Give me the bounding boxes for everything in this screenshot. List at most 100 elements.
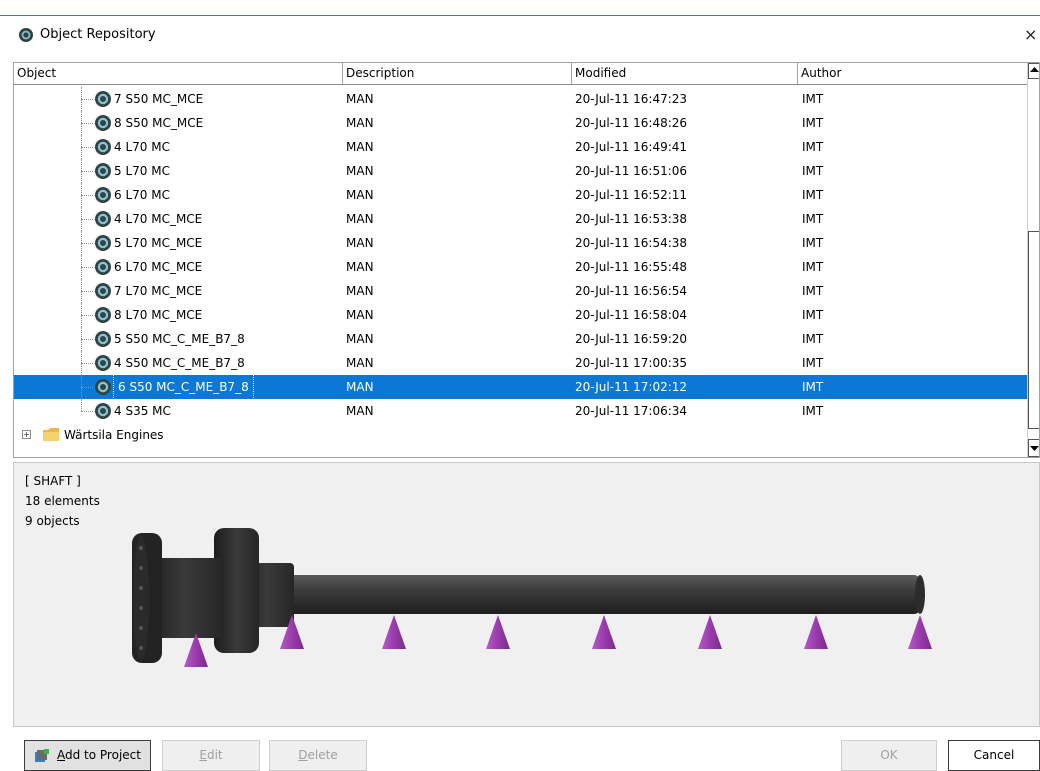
cell-description: MAN <box>346 116 374 130</box>
add-object-icon <box>35 749 49 762</box>
table-row[interactable]: 8 L70 MC_MCE MAN 20-Jul-11 16:58:04 IMT <box>14 303 1027 327</box>
table-row[interactable]: 7 L70 MC_MCE MAN 20-Jul-11 16:56:54 IMT <box>14 279 1027 303</box>
object-name: 4 L70 MC <box>114 140 170 154</box>
vertical-scrollbar[interactable] <box>1027 63 1039 457</box>
cell-description: MAN <box>346 260 374 274</box>
cell-author: IMT <box>802 212 824 226</box>
support-cone <box>908 615 932 649</box>
scroll-up-button[interactable] <box>1028 63 1039 79</box>
scroll-down-button[interactable] <box>1028 439 1039 457</box>
object-name: 5 S50 MC_C_ME_B7_8 <box>114 332 245 346</box>
table-row[interactable]: 4 S35 MC MAN 20-Jul-11 17:06:34 IMT <box>14 399 1027 423</box>
edit-button[interactable]: Edit <box>162 740 260 771</box>
tree-line <box>81 387 93 388</box>
object-name: 4 L70 MC_MCE <box>114 212 203 226</box>
delete-label: elete <box>307 748 338 762</box>
object-list[interactable]: Object Description Modified Author 7 S50… <box>13 62 1040 458</box>
ok-button[interactable]: OK <box>841 740 937 771</box>
tree-line <box>81 399 82 411</box>
column-header-author[interactable]: Author <box>798 63 1027 84</box>
table-row[interactable]: 4 S50 MC_C_ME_B7_8 MAN 20-Jul-11 17:00:35 I… <box>14 351 1027 375</box>
cell-author: IMT <box>802 380 824 394</box>
cell-modified: 20-Jul-11 16:54:38 <box>575 236 688 250</box>
object-name: 6 L70 MC <box>114 188 170 202</box>
cell-author: IMT <box>802 140 824 154</box>
table-row[interactable]: 6 L70 MC MAN 20-Jul-11 16:52:11 IMT <box>14 183 1027 207</box>
cell-description: MAN <box>346 380 374 394</box>
object-name: 8 L70 MC_MCE <box>114 308 203 322</box>
object-ring-icon <box>95 355 111 371</box>
object-name: 5 L70 MC <box>114 164 170 178</box>
support-cone <box>804 615 828 649</box>
cell-description: MAN <box>346 140 374 154</box>
cell-author: IMT <box>802 188 824 202</box>
object-ring-icon <box>95 403 111 419</box>
table-row[interactable]: 5 L70 MC_MCE MAN 20-Jul-11 16:54:38 IMT <box>14 231 1027 255</box>
cell-modified: 20-Jul-11 16:58:04 <box>575 308 688 322</box>
table-row[interactable]: 7 S50 MC_MCE MAN 20-Jul-11 16:47:23 IMT <box>14 87 1027 111</box>
cell-modified: 20-Jul-11 16:56:54 <box>575 284 688 298</box>
expand-icon[interactable]: + <box>22 430 31 439</box>
folder-icon <box>43 428 59 441</box>
cell-modified: 20-Jul-11 16:49:41 <box>575 140 688 154</box>
title-bar <box>0 16 1040 56</box>
cell-modified: 20-Jul-11 16:55:48 <box>575 260 688 274</box>
table-row[interactable]: 5 S50 MC_C_ME_B7_8 MAN 20-Jul-11 16:59:20 I… <box>14 327 1027 351</box>
table-row[interactable]: 6 L70 MC_MCE MAN 20-Jul-11 16:55:48 IMT <box>14 255 1027 279</box>
cell-author: IMT <box>802 260 824 274</box>
object-name: 6 S50 MC_C_ME_B7_8 <box>113 374 254 400</box>
scrollbar-thumb[interactable] <box>1028 231 1039 429</box>
object-name: 6 L70 MC_MCE <box>114 260 203 274</box>
repository-ring-icon <box>19 28 33 42</box>
cell-description: MAN <box>346 236 374 250</box>
column-header-description[interactable]: Description <box>343 63 572 84</box>
close-button[interactable]: × <box>1024 25 1037 44</box>
preview-panel: [ SHAFT ] 18 elements 9 objects <box>13 462 1040 727</box>
object-ring-icon <box>95 283 111 299</box>
cell-modified: 20-Jul-11 16:59:20 <box>575 332 688 346</box>
folder-label: Wärtsila Engines <box>64 428 164 442</box>
column-header-object[interactable]: Object <box>14 63 343 84</box>
tree-line <box>81 171 93 172</box>
add-mnemonic: A <box>57 748 65 762</box>
object-ring-icon <box>95 259 111 275</box>
cell-description: MAN <box>346 212 374 226</box>
cell-author: IMT <box>802 356 824 370</box>
tree-line <box>81 339 93 340</box>
object-name: 7 S50 MC_MCE <box>114 92 204 106</box>
object-name: 4 S50 MC_C_ME_B7_8 <box>114 356 245 370</box>
add-to-project-button[interactable]: Add to Project <box>24 740 151 771</box>
table-row[interactable]: 6 S50 MC_C_ME_B7_8 MAN 20-Jul-11 17:02:12 I… <box>14 374 1027 400</box>
folder-row[interactable]: + Wärtsila Engines <box>14 423 1027 447</box>
cell-modified: 20-Jul-11 16:48:26 <box>575 116 688 130</box>
cell-description: MAN <box>346 404 374 418</box>
cell-description: MAN <box>346 188 374 202</box>
table-row[interactable]: 8 S50 MC_MCE MAN 20-Jul-11 16:48:26 IMT <box>14 111 1027 135</box>
object-name: 4 S35 MC <box>114 404 171 418</box>
tree-line <box>81 123 93 124</box>
table-row[interactable]: 4 L70 MC MAN 20-Jul-11 16:49:41 IMT <box>14 135 1027 159</box>
object-name: 8 S50 MC_MCE <box>114 116 204 130</box>
object-ring-icon <box>95 235 111 251</box>
cell-modified: 20-Jul-11 17:00:35 <box>575 356 688 370</box>
cell-author: IMT <box>802 308 824 322</box>
cell-author: IMT <box>802 92 824 106</box>
cell-description: MAN <box>346 284 374 298</box>
object-ring-icon <box>95 187 111 203</box>
window-title: Object Repository <box>40 27 156 42</box>
cell-modified: 20-Jul-11 16:53:38 <box>575 212 688 226</box>
cell-description: MAN <box>346 92 374 106</box>
object-ring-icon <box>95 331 111 347</box>
add-label: dd to Project <box>65 748 141 762</box>
tree-line <box>81 291 93 292</box>
cell-author: IMT <box>802 284 824 298</box>
column-header-modified[interactable]: Modified <box>572 63 798 84</box>
table-row[interactable]: 5 L70 MC MAN 20-Jul-11 16:51:06 IMT <box>14 159 1027 183</box>
delete-button[interactable]: Delete <box>269 740 367 771</box>
support-cone <box>592 615 616 649</box>
table-row[interactable]: 4 L70 MC_MCE MAN 20-Jul-11 16:53:38 IMT <box>14 207 1027 231</box>
object-ring-icon <box>95 379 111 395</box>
shaft-flange-face <box>133 536 149 660</box>
edit-label: dit <box>206 748 223 762</box>
cancel-button[interactable]: Cancel <box>948 740 1040 771</box>
